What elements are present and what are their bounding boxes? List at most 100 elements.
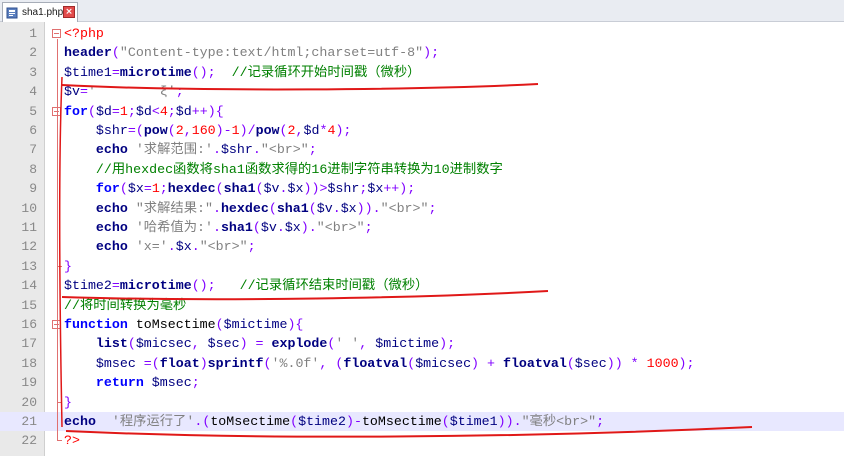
code-line[interactable]: 20} bbox=[0, 392, 844, 412]
line-number: 16 bbox=[21, 317, 37, 332]
code-token: sha1 bbox=[220, 220, 253, 235]
line-number: 1 bbox=[29, 26, 37, 41]
code-token: $msec bbox=[95, 355, 136, 371]
code-text: //将时间转换为毫秒 bbox=[64, 296, 186, 315]
code-line[interactable]: 9 for($x=1;hexdec(sha1($v.$x))>$shr;$x++… bbox=[0, 179, 844, 198]
code-token: , bbox=[191, 336, 208, 352]
code-token: . bbox=[276, 220, 285, 235]
code-token: )) * bbox=[606, 355, 647, 371]
code-line[interactable]: 7 echo '求解范围:'.$shr."<br>"; bbox=[0, 140, 844, 159]
line-number: 12 bbox=[21, 239, 37, 255]
code-line[interactable]: 22 ?> bbox=[0, 431, 844, 450]
line-number: 8 bbox=[29, 161, 37, 177]
code-editor[interactable]: 1 <?php 2 header("Content-type:text/html;ch… bbox=[0, 22, 844, 456]
code-token: ++); bbox=[383, 181, 416, 197]
code-token: ; bbox=[175, 84, 184, 100]
code-line[interactable]: 4 $v=' ξ'; bbox=[0, 82, 844, 101]
php-file-icon bbox=[6, 7, 18, 18]
code-text: echo "求解结果:".hexdec(sha1($v.$x))."<br>"; bbox=[64, 199, 437, 218]
code-token: , bbox=[183, 123, 192, 138]
code-token: ; bbox=[428, 200, 437, 216]
code-token: for bbox=[95, 181, 120, 197]
line-number: 9 bbox=[29, 181, 37, 197]
code-line[interactable]: 2 header("Content-type:text/html;charset=… bbox=[0, 43, 844, 62]
code-line[interactable]: 5 for($d=1;$d<4;$d++){ bbox=[0, 102, 844, 121]
code-token: ; bbox=[308, 142, 317, 158]
code-line[interactable]: 14 $time2=microtime(); //记录循环结束时间戳（微秒） bbox=[0, 276, 844, 295]
fold-toggle-icon[interactable] bbox=[52, 29, 61, 38]
code-line[interactable]: 18 $msec =(float)sprintf('%.0f', (floatv… bbox=[0, 354, 844, 373]
code-token: 1 bbox=[119, 103, 128, 119]
code-line[interactable]: 19 return $msec; bbox=[0, 373, 844, 392]
code-token: $d bbox=[303, 123, 320, 138]
code-line[interactable]: 21 echo '程序运行了'.(toMsectime($time2)-toMse… bbox=[0, 412, 844, 432]
code-token: . bbox=[332, 200, 341, 216]
code-token: . bbox=[252, 142, 261, 158]
code-token: for bbox=[64, 103, 88, 119]
code-token: $v bbox=[260, 220, 277, 235]
code-token: $shr bbox=[220, 142, 253, 158]
line-number: 14 bbox=[21, 278, 37, 294]
code-token: $time1 bbox=[64, 64, 112, 80]
code-text: ?> bbox=[64, 431, 80, 450]
code-token: $x bbox=[127, 181, 144, 197]
code-token: ( bbox=[308, 200, 317, 216]
code-token: toMsectime bbox=[127, 317, 216, 332]
code-token: = bbox=[143, 181, 152, 197]
code-text: function toMsectime($mictime){ bbox=[64, 315, 303, 334]
code-line[interactable]: 17 list($micsec, $sec) = explode(' ', $m… bbox=[0, 334, 844, 353]
code-token: . bbox=[167, 239, 176, 255]
code-text: header("Content-type:text/html;charset=u… bbox=[64, 43, 439, 62]
code-line[interactable]: 10 echo "求解结果:".hexdec(sha1($v.$x))."<br… bbox=[0, 199, 844, 218]
code-text: } bbox=[64, 393, 72, 412]
code-token: ))> bbox=[303, 181, 328, 197]
code-text: $shr=(pow(2,160)-1)/pow(2,$d*4); bbox=[64, 121, 351, 140]
code-token: ?> bbox=[64, 433, 80, 449]
line-number: 11 bbox=[21, 220, 37, 235]
code-token: ( bbox=[566, 355, 575, 371]
code-token: "Content-type:text/html;charset=utf-8" bbox=[119, 45, 424, 61]
code-token: $mictime bbox=[375, 336, 440, 352]
code-token: toMsectime bbox=[210, 414, 291, 429]
tab-sha1-php[interactable]: sha1.php × bbox=[2, 2, 78, 22]
code-token: $sec bbox=[207, 336, 240, 352]
code-line[interactable]: 6 $shr=(pow(2,160)-1)/pow(2,$d*4); bbox=[0, 121, 844, 140]
code-token: ( bbox=[279, 123, 288, 138]
code-token: )- bbox=[215, 123, 232, 138]
code-line[interactable]: 1 <?php bbox=[0, 24, 844, 43]
code-token: ( bbox=[111, 45, 120, 61]
fold-guide-line bbox=[57, 330, 58, 396]
code-token: $v bbox=[263, 181, 280, 197]
code-token: header bbox=[64, 45, 112, 61]
code-text: } bbox=[64, 257, 72, 276]
close-icon[interactable]: × bbox=[63, 6, 75, 18]
code-line[interactable]: 11 echo '哈希值为:'.sha1($v.$x)."<br>"; bbox=[0, 218, 844, 237]
code-token: ) + bbox=[471, 355, 503, 371]
code-line[interactable]: 13} bbox=[0, 256, 844, 276]
code-token: <?php bbox=[64, 26, 104, 41]
code-token: $sec bbox=[574, 355, 607, 371]
code-token: 2 bbox=[175, 123, 184, 138]
code-token: , ( bbox=[319, 355, 344, 371]
code-line[interactable]: 16 function toMsectime($mictime){ bbox=[0, 315, 844, 334]
code-line[interactable]: 8 //用hexdec函数将sha1函数求得的16进制字符串转换为10进制数字 bbox=[0, 160, 844, 179]
code-token: hexdec bbox=[220, 200, 269, 216]
code-token: )/ bbox=[239, 123, 256, 138]
code-line[interactable]: 15 //将时间转换为毫秒 bbox=[0, 296, 844, 315]
code-token: ); bbox=[678, 355, 695, 371]
code-line[interactable]: 3 $time1=microtime(); //记录循环开始时间戳（微秒） bbox=[0, 63, 844, 82]
code-line[interactable]: 12 echo 'x='.$x."<br>"; bbox=[0, 237, 844, 256]
code-text: list($micsec, $sec) = explode(' ', $mict… bbox=[64, 334, 455, 353]
code-token: //将时间转换为毫秒 bbox=[64, 297, 187, 313]
code-token: ); bbox=[335, 123, 352, 138]
line-number: 22 bbox=[21, 433, 37, 449]
